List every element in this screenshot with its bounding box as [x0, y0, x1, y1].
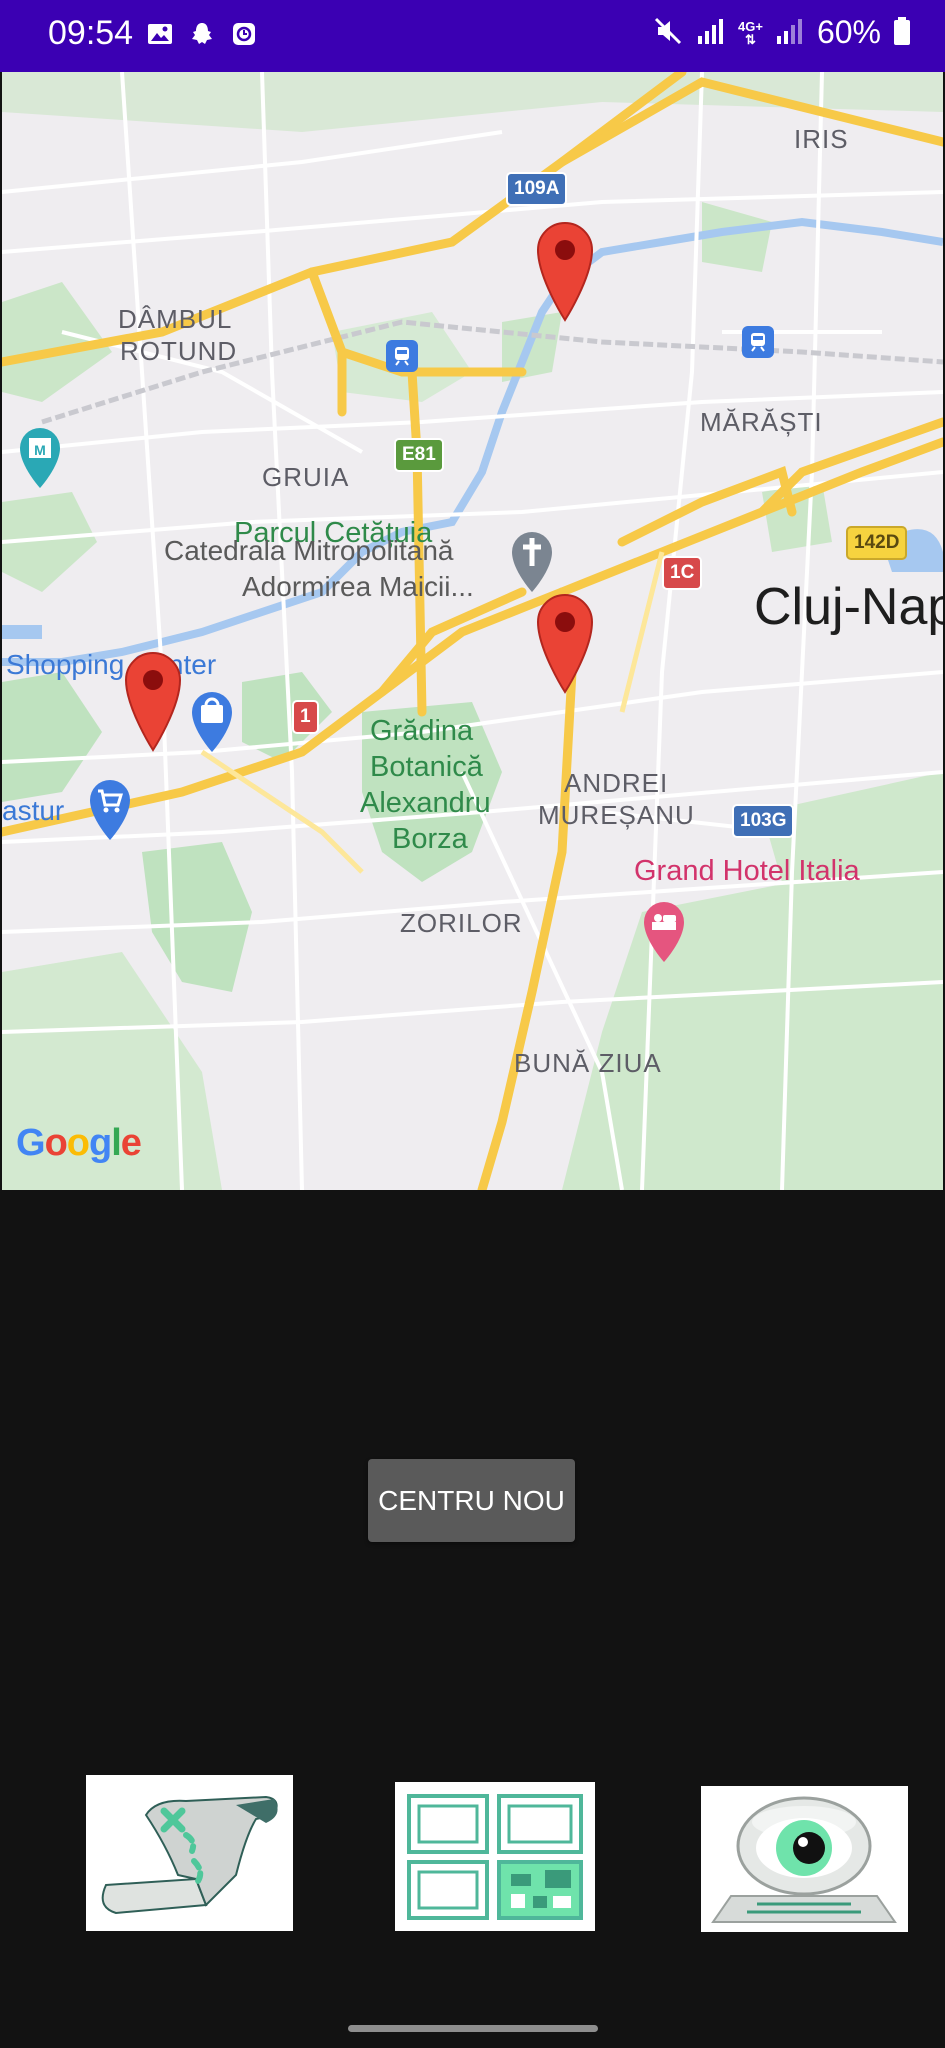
shield-1c: 1C — [662, 556, 703, 590]
label-iris: IRIS — [794, 124, 849, 154]
nav-dashboard-button[interactable] — [395, 1782, 595, 1931]
shield-103g: 103G — [732, 804, 795, 838]
label-gradina-1: Grădina — [370, 715, 474, 747]
label-buna-ziua: BUNĂ ZIUA — [514, 1048, 662, 1078]
label-catedrala-1[interactable]: Catedrala Mitropolitană — [164, 533, 454, 569]
signal-icon — [696, 16, 726, 50]
train-station-icon-2[interactable] — [742, 326, 774, 358]
location-marker-2[interactable] — [536, 594, 594, 694]
eye-scanner-icon — [701, 1786, 908, 1932]
location-marker-3[interactable] — [124, 652, 182, 752]
shield-142d: 142D — [846, 526, 908, 560]
shield-109a: 109A — [506, 172, 568, 206]
network-type-icon: 4G+ ⇅ — [738, 18, 763, 47]
map-view[interactable]: IRIS DÂMBUL ROTUND MĂRĂȘTI GRUIA Parcul … — [2, 72, 943, 1190]
label-shopping-center[interactable]: Shopping Center — [6, 650, 216, 680]
svg-text:M: M — [34, 442, 46, 458]
nav-map-button[interactable] — [86, 1775, 293, 1931]
system-status-icons: 4G+ ⇅ 60% — [652, 14, 911, 51]
label-city: Cluj-Nap — [754, 578, 943, 636]
label-andrei-1: ANDREI — [564, 768, 669, 798]
train-station-icon[interactable] — [386, 340, 418, 372]
clock-app-icon — [230, 20, 258, 48]
signal-icon-2 — [775, 16, 805, 50]
shopping-cart-icon[interactable] — [86, 778, 134, 842]
hotel-icon[interactable] — [640, 900, 688, 964]
label-dambul-1: DÂMBUL — [118, 304, 233, 334]
dashboard-grid-icon — [395, 1782, 595, 1931]
battery-percent: 60% — [816, 14, 881, 50]
mute-icon — [652, 15, 684, 51]
google-logo: Google — [16, 1122, 142, 1164]
label-gradina-2: Botanică — [370, 751, 483, 783]
network-type-label: 4G+ — [738, 18, 763, 34]
museum-icon[interactable]: M — [16, 426, 64, 490]
center-new-button[interactable]: CENTRU NOU — [368, 1459, 575, 1542]
notification-icons — [146, 20, 258, 48]
nav-vision-button[interactable] — [701, 1786, 908, 1932]
status-time: 09:54 — [48, 14, 134, 52]
label-zorilor: ZORILOR — [400, 908, 523, 938]
label-marasti: MĂRĂȘTI — [700, 407, 823, 437]
label-catedrala-2[interactable]: Adormirea Maicii... — [242, 569, 474, 605]
snapchat-icon — [188, 20, 216, 48]
shopping-bag-icon[interactable] — [188, 690, 236, 754]
shield-e81: E81 — [394, 438, 444, 472]
label-andrei-2: MUREȘANU — [538, 800, 695, 830]
status-bar: 09:54 4G+ ⇅ 60% — [0, 0, 945, 72]
church-icon[interactable] — [508, 530, 556, 594]
location-marker-1[interactable] — [536, 222, 594, 322]
label-gruia: GRUIA — [262, 462, 350, 492]
map-scroll-icon — [86, 1775, 293, 1931]
label-dambul-2: ROTUND — [120, 336, 238, 366]
home-indicator[interactable] — [348, 2025, 598, 2032]
label-grand-hotel-italia[interactable]: Grand Hotel Italia — [634, 856, 860, 886]
label-gradina-4: Borza — [392, 823, 468, 855]
battery-icon — [893, 16, 911, 50]
label-astur[interactable]: astur — [2, 796, 64, 826]
gallery-icon — [146, 20, 174, 48]
shield-1: 1 — [292, 700, 319, 734]
label-gradina-3: Alexandru — [360, 787, 491, 819]
